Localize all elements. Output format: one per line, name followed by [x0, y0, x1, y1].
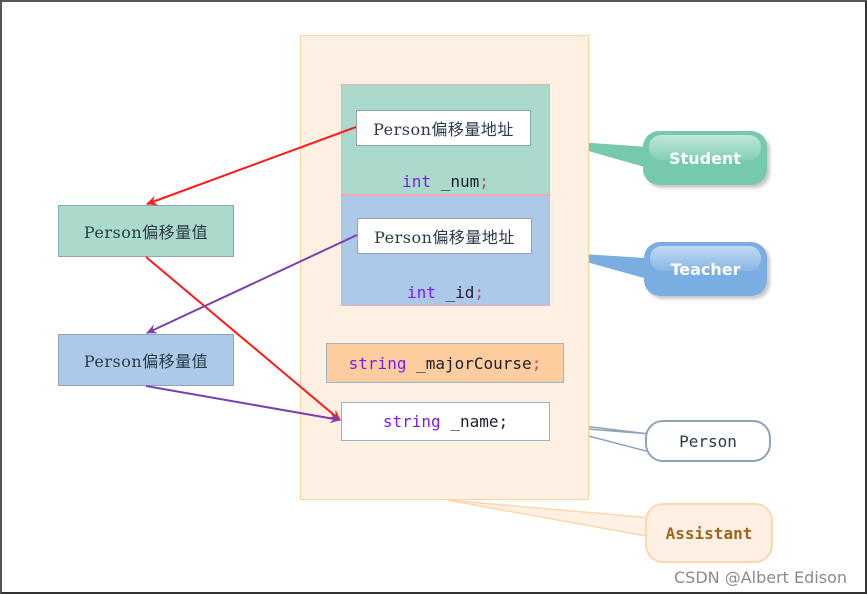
- assistant-callout: Assistant: [645, 503, 773, 563]
- semicolon: ;: [479, 172, 489, 191]
- person-name-field: string _name;: [341, 402, 550, 441]
- offset-table-label: Person偏移量值: [83, 223, 209, 242]
- teacher-callout-label: Teacher: [670, 259, 741, 279]
- offset-table-teacher: Person偏移量值: [58, 334, 234, 386]
- field-name: _num: [431, 172, 480, 191]
- student-vbptr-label: Person偏移量地址: [373, 120, 514, 139]
- type-keyword: int: [402, 172, 432, 191]
- student-callout: Student: [643, 131, 767, 185]
- offset-table-student: Person偏移量值: [58, 205, 234, 257]
- assistant-major-course-field: string _majorCourse;: [326, 343, 564, 383]
- semicolon: ;: [474, 283, 485, 302]
- semicolon: ;: [498, 412, 509, 431]
- student-callout-label: Student: [669, 148, 741, 168]
- offset-table-label: Person偏移量值: [83, 352, 209, 371]
- person-callout: Person: [645, 420, 771, 462]
- person-callout-label: Person: [679, 431, 737, 451]
- field-name: _name: [440, 412, 499, 431]
- type-keyword: int: [406, 283, 436, 302]
- type-keyword: string: [348, 353, 407, 373]
- diagram-canvas: Person偏移量地址 int _num; Person偏移量地址 int _i…: [0, 0, 867, 594]
- student-num-field: int _num;: [341, 172, 550, 191]
- assistant-callout-label: Assistant: [665, 523, 753, 543]
- field-name: _majorCourse: [406, 353, 532, 373]
- teacher-id-field: int _id;: [341, 283, 550, 302]
- watermark: CSDN @Albert Edison: [674, 568, 848, 587]
- semicolon: ;: [531, 353, 542, 373]
- field-name: _id: [435, 283, 475, 302]
- teacher-callout: Teacher: [644, 242, 767, 296]
- type-keyword: string: [382, 412, 441, 431]
- teacher-vbptr-label: Person偏移量地址: [374, 228, 515, 247]
- student-vbptr: Person偏移量地址: [356, 110, 531, 146]
- teacher-vbptr: Person偏移量地址: [357, 218, 532, 254]
- assistant-callout-tail: [446, 499, 653, 538]
